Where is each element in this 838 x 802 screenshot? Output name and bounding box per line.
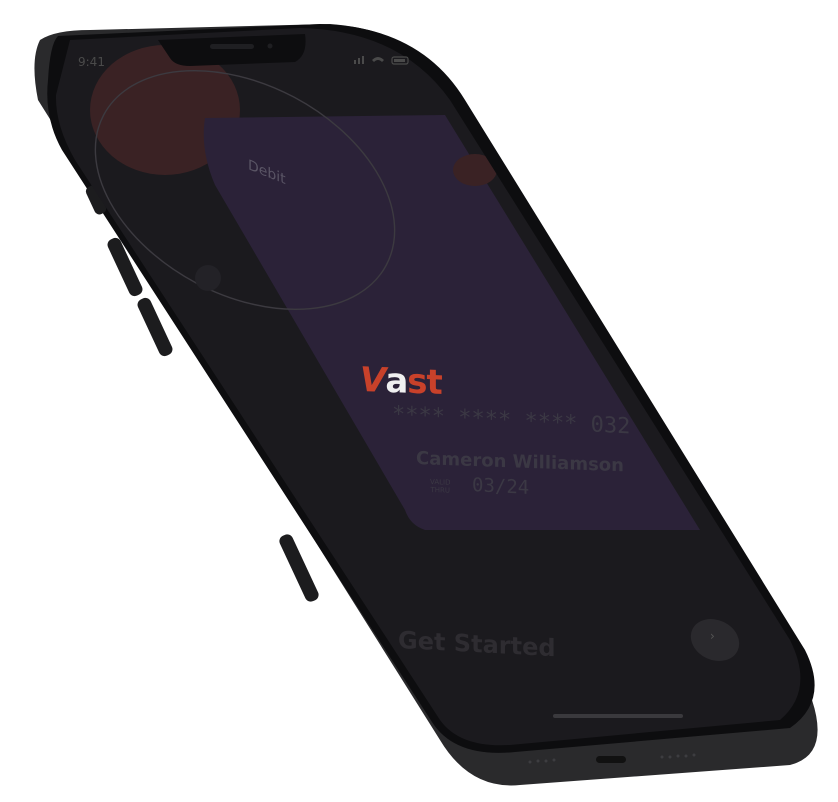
card-brand-logo: Vast xyxy=(360,360,442,403)
valid-thru-date: 03/24 xyxy=(472,474,530,499)
phone-mockup-stage: 9:41 Debit Vast **** **** **** 032 Camer… xyxy=(0,0,838,802)
valid-thru-label: VALID THRU xyxy=(430,478,450,495)
brand-letters-st: st xyxy=(407,361,442,403)
valid-label-line2: THRU xyxy=(430,486,450,495)
side-button xyxy=(279,534,319,602)
charging-port xyxy=(596,756,626,763)
home-indicator xyxy=(553,714,683,718)
status-time: 9:41 xyxy=(78,55,105,69)
brand-letter-v: V xyxy=(360,360,386,401)
signal-icon xyxy=(354,60,356,64)
speaker-grille xyxy=(210,44,254,49)
decor-dot xyxy=(195,265,221,291)
front-camera xyxy=(267,43,273,49)
brand-letter-a: a xyxy=(385,360,408,402)
chevron-right-icon: › xyxy=(710,629,715,643)
